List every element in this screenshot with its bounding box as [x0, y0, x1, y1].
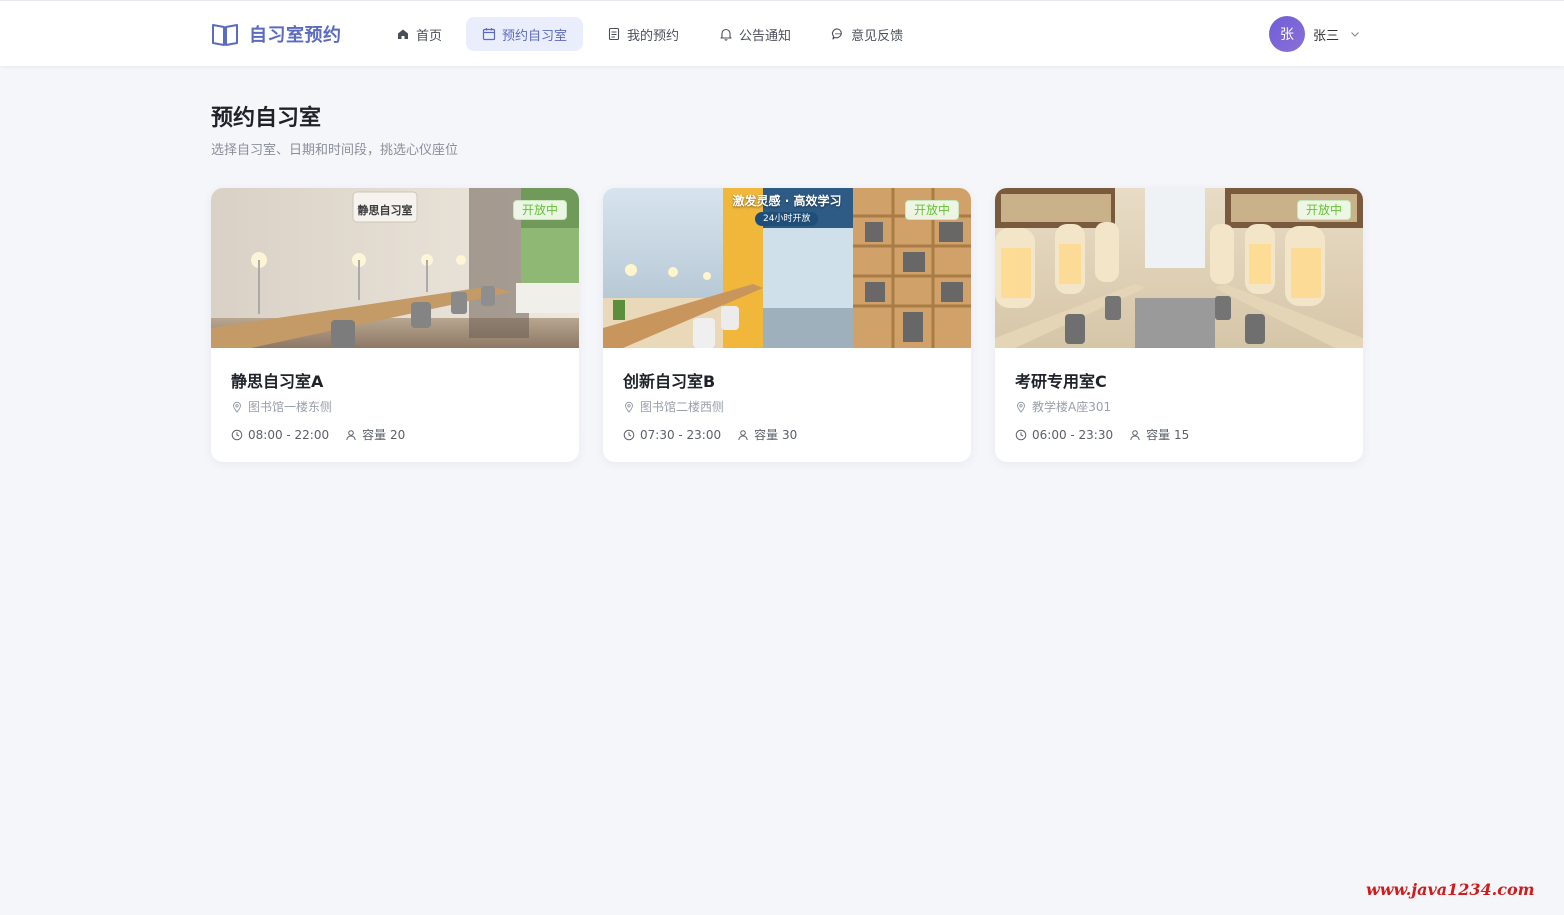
top-navbar: 自习室预约 首页 预约自习室 我的预约 公告通知 意见反馈 张 张三	[0, 0, 1564, 66]
nav-reserve-room[interactable]: 预约自习室	[466, 17, 584, 51]
room-meta: 06:00 - 23:30 容量 15	[1015, 426, 1205, 443]
room-capacity: 容量 30	[754, 428, 798, 442]
room-hours: 06:00 - 23:30	[1032, 427, 1114, 442]
bell-icon	[719, 27, 733, 41]
page-title: 预约自习室	[211, 106, 322, 131]
site-watermark: www.java1234.com	[1366, 880, 1535, 899]
nav-my-reservations[interactable]: 我的预约	[591, 17, 695, 51]
user-name: 张三	[1313, 28, 1340, 44]
nav-reserve-room-label: 预约自习室	[502, 28, 568, 44]
document-icon	[607, 27, 621, 41]
room-photo: 开放中	[995, 188, 1363, 348]
room-name: 创新自习室B	[623, 372, 716, 391]
room-photo: 静思自习室 开放中	[211, 188, 579, 348]
chat-icon	[831, 27, 845, 41]
user-icon	[1129, 429, 1141, 441]
location-pin-icon	[1015, 401, 1027, 413]
user-menu[interactable]: 张 张三	[1269, 16, 1361, 52]
room-hours: 07:30 - 23:00	[640, 427, 722, 442]
room-card-a[interactable]: 静思自习室 开放中 静思自习室A 图书馆一楼东侧 08:00 - 22:00 容…	[211, 188, 579, 462]
nav-home-label: 首页	[416, 28, 443, 44]
status-badge: 开放中	[1296, 200, 1351, 220]
location-pin-icon	[231, 401, 243, 413]
nav-feedback[interactable]: 意见反馈	[815, 17, 919, 51]
room-meta: 08:00 - 22:00 容量 20	[231, 426, 421, 443]
main-nav: 首页 预约自习室 我的预约 公告通知 意见反馈	[380, 17, 927, 51]
room-name: 静思自习室A	[231, 372, 324, 391]
room-location: 教学楼A座301	[1015, 398, 1111, 415]
clock-icon	[623, 429, 635, 441]
room-banner-pill: 24小时开放	[755, 212, 819, 226]
room-card-c[interactable]: 开放中 考研专用室C 教学楼A座301 06:00 - 23:30 容量 15	[995, 188, 1363, 462]
book-icon	[212, 24, 238, 46]
clock-icon	[1015, 429, 1027, 441]
nav-my-reservations-label: 我的预约	[627, 28, 680, 44]
room-sign-text: 静思自习室	[358, 203, 413, 217]
status-badge: 开放中	[904, 200, 959, 220]
room-location-text: 图书馆一楼东侧	[248, 400, 333, 414]
room-meta: 07:30 - 23:00 容量 30	[623, 426, 813, 443]
room-location-text: 图书馆二楼西侧	[640, 400, 725, 414]
avatar[interactable]: 张	[1269, 16, 1305, 52]
room-location-text: 教学楼A座301	[1032, 400, 1112, 414]
app-title: 自习室预约	[249, 25, 342, 46]
room-photo: 激发灵感 · 高效学习 24小时开放 开放中	[603, 188, 971, 348]
room-capacity: 容量 15	[1146, 428, 1190, 442]
page-subtitle: 选择自习室、日期和时间段，挑选心仪座位	[211, 143, 459, 158]
nav-feedback-label: 意见反馈	[851, 28, 904, 44]
user-icon	[345, 429, 357, 441]
calendar-icon	[482, 27, 496, 41]
user-icon	[737, 429, 749, 441]
room-card-b[interactable]: 激发灵感 · 高效学习 24小时开放 开放中 创新自习室B 图书馆二楼西侧 07…	[603, 188, 971, 462]
location-pin-icon	[623, 401, 635, 413]
app-logo[interactable]: 自习室预约	[211, 21, 342, 47]
home-icon	[396, 27, 410, 41]
room-location: 图书馆一楼东侧	[231, 398, 332, 415]
room-hours: 08:00 - 22:00	[248, 427, 330, 442]
clock-icon	[231, 429, 243, 441]
room-location: 图书馆二楼西侧	[623, 398, 724, 415]
nav-announcements-label: 公告通知	[739, 28, 792, 44]
room-capacity: 容量 20	[362, 428, 406, 442]
status-badge: 开放中	[512, 200, 567, 220]
room-name: 考研专用室C	[1015, 372, 1107, 391]
nav-home[interactable]: 首页	[380, 17, 458, 51]
chevron-down-icon[interactable]	[1349, 28, 1361, 40]
nav-announcements[interactable]: 公告通知	[703, 17, 807, 51]
